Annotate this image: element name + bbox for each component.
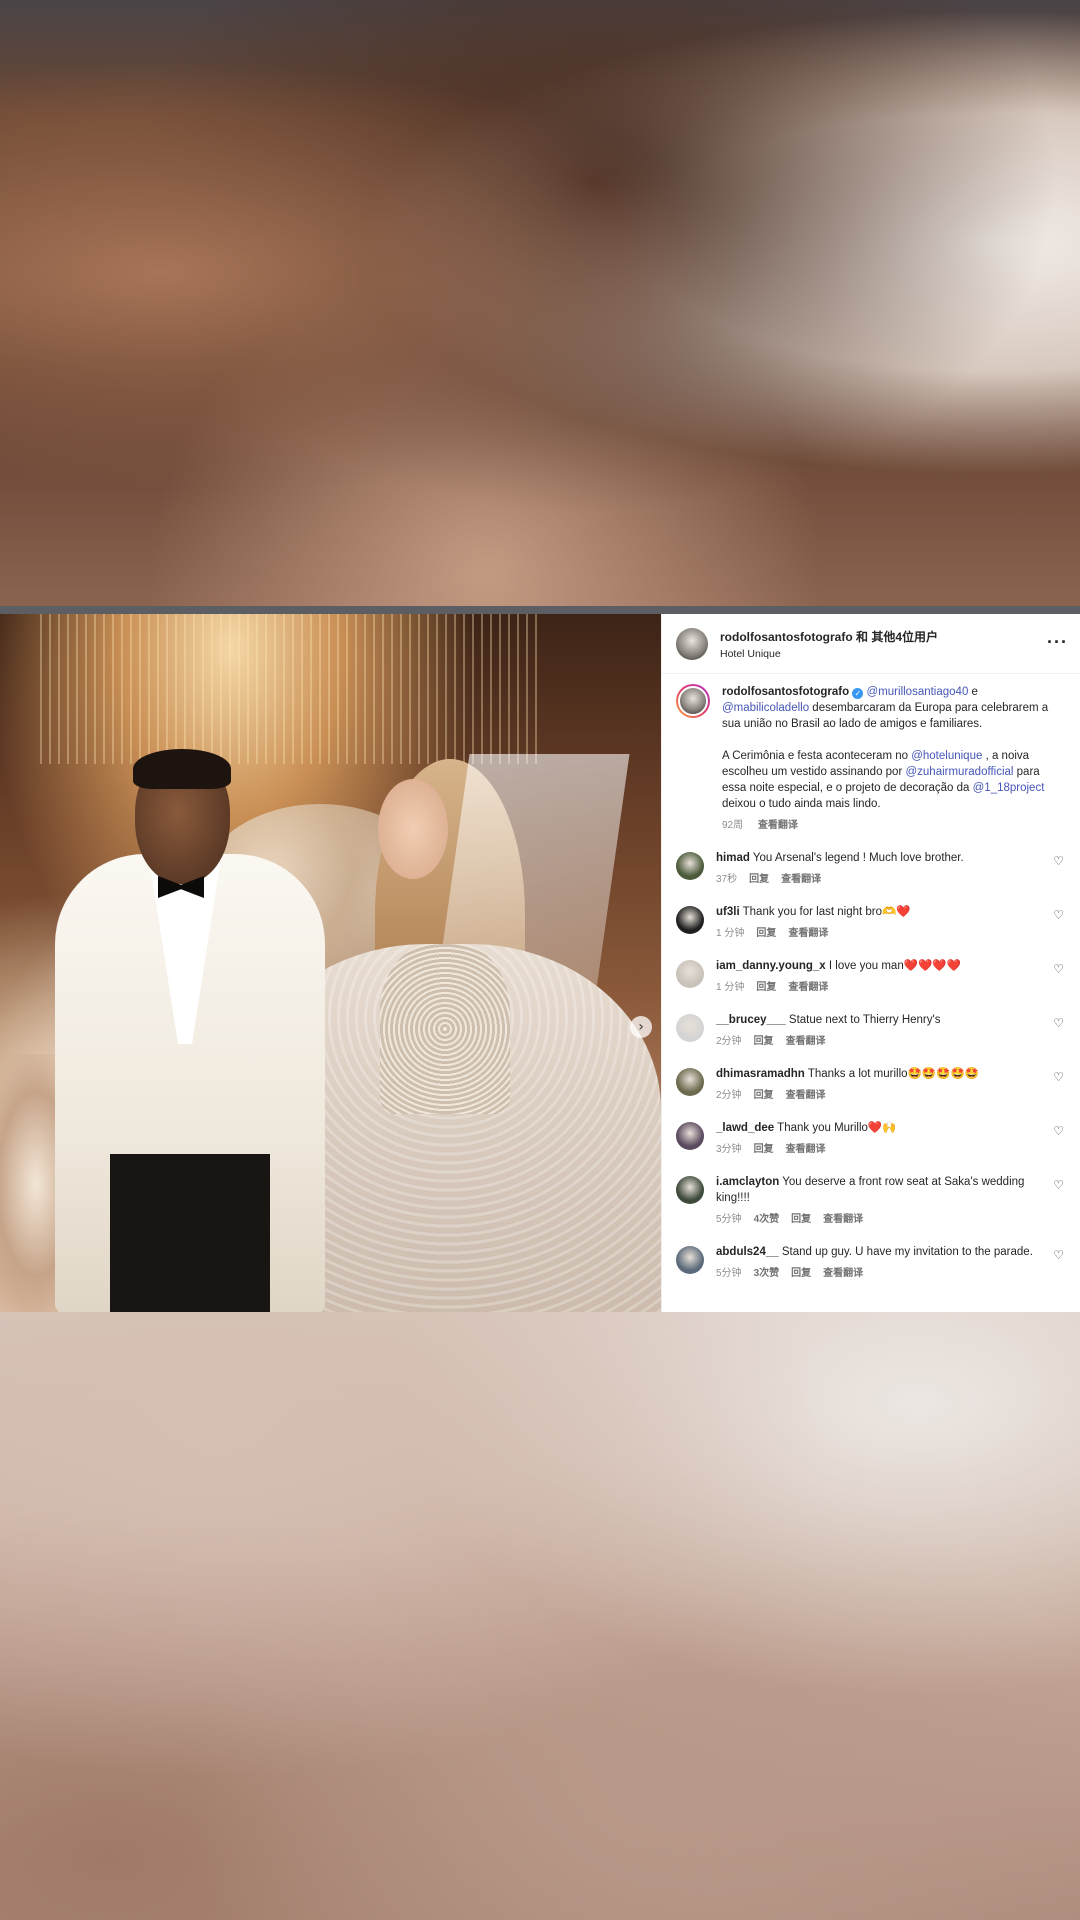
- comments-scroll[interactable]: rodolfosantosfotografo ✓ @murillosantiag…: [662, 674, 1080, 1282]
- mention-link[interactable]: @murillosantiago40: [867, 686, 969, 698]
- like-heart-icon[interactable]: ♡: [1053, 908, 1064, 922]
- post-dialog: › rodolfosantosfotografo 和 其他4位用户 Hotel …: [0, 614, 1080, 1312]
- translate-link[interactable]: 查看翻译: [823, 1214, 863, 1225]
- commenter-avatar[interactable]: [676, 1246, 704, 1274]
- commenter-avatar[interactable]: [676, 906, 704, 934]
- post-header: rodolfosantosfotografo 和 其他4位用户 Hotel Un…: [662, 614, 1080, 674]
- comment-item: __brucey___ Statue next to Thierry Henry…: [676, 1012, 1066, 1050]
- divider-bar: [0, 606, 1080, 614]
- commenter-username[interactable]: iam_danny.young_x: [716, 960, 826, 972]
- commenter-username[interactable]: _lawd_dee: [716, 1122, 774, 1134]
- comment-item: _lawd_dee Thank you Murillo❤️🙌 3分钟 回复 查看翻译 ♡: [676, 1120, 1066, 1158]
- comment-text: Thank you for last night bro🫶❤️: [742, 906, 911, 918]
- comment-text: Thank you Murillo❤️🙌: [777, 1122, 897, 1134]
- comment-item: dhimasramadhn Thanks a lot murillo🤩🤩🤩🤩🤩 2…: [676, 1066, 1066, 1104]
- like-heart-icon[interactable]: ♡: [1053, 1178, 1064, 1192]
- translate-link[interactable]: 查看翻译: [786, 1090, 826, 1101]
- comment-item: iam_danny.young_x I love you man❤️❤️❤️❤️…: [676, 958, 1066, 996]
- translate-link[interactable]: 查看翻译: [786, 1144, 826, 1155]
- comment-likes[interactable]: 3次赞: [754, 1268, 780, 1279]
- reply-button[interactable]: 回复: [754, 1090, 774, 1101]
- comment-text: Stand up guy. U have my invitation to th…: [781, 1246, 1033, 1258]
- translate-link[interactable]: 查看翻译: [781, 874, 821, 885]
- comment-likes[interactable]: 4次赞: [754, 1214, 780, 1225]
- blurred-background-bottom: [0, 1312, 1080, 1920]
- verified-icon: ✓: [852, 688, 864, 699]
- translate-link[interactable]: 查看翻译: [788, 928, 828, 939]
- commenter-username[interactable]: abduls24__: [716, 1246, 779, 1258]
- comment-time: 5分钟: [716, 1268, 742, 1279]
- author-avatar[interactable]: [676, 627, 708, 660]
- post-photo[interactable]: ›: [0, 614, 661, 1312]
- like-heart-icon[interactable]: ♡: [1053, 1248, 1064, 1262]
- post-caption: rodolfosantosfotografo ✓ @murillosantiag…: [676, 684, 1066, 834]
- translate-link[interactable]: 查看翻译: [823, 1268, 863, 1279]
- caption-username[interactable]: rodolfosantosfotografo: [722, 686, 849, 698]
- translate-link[interactable]: 查看翻译: [788, 982, 828, 993]
- photo-chandelier: [40, 614, 540, 764]
- mention-link[interactable]: @1_18project: [973, 782, 1045, 794]
- photo-groom-pants: [110, 1154, 270, 1312]
- reply-button[interactable]: 回复: [791, 1268, 811, 1279]
- photo-bride-bodice: [380, 944, 510, 1114]
- like-heart-icon[interactable]: ♡: [1053, 962, 1064, 976]
- post-location[interactable]: Hotel Unique: [720, 648, 938, 660]
- commenter-avatar[interactable]: [676, 960, 704, 988]
- like-heart-icon[interactable]: ♡: [1053, 1070, 1064, 1084]
- comment-time: 37秒: [716, 874, 738, 885]
- reply-button[interactable]: 回复: [749, 874, 769, 885]
- blurred-background-top: [0, 0, 1080, 606]
- like-heart-icon[interactable]: ♡: [1053, 1016, 1064, 1030]
- like-heart-icon[interactable]: ♡: [1053, 854, 1064, 868]
- author-username[interactable]: rodolfosantosfotografo 和 其他4位用户: [720, 628, 938, 645]
- comment-text: I love you man❤️❤️❤️❤️: [828, 960, 961, 972]
- like-heart-icon[interactable]: ♡: [1053, 1124, 1064, 1138]
- commenter-avatar[interactable]: [676, 1068, 704, 1096]
- mention-link[interactable]: @mabilicoladello: [722, 702, 809, 714]
- translate-link[interactable]: 查看翻译: [786, 1036, 826, 1047]
- comment-item: himad You Arsenal's legend ! Much love b…: [676, 850, 1066, 888]
- commenter-username[interactable]: dhimasramadhn: [716, 1068, 805, 1080]
- comment-time: 2分钟: [716, 1036, 742, 1047]
- post-side-panel: rodolfosantosfotografo 和 其他4位用户 Hotel Un…: [661, 614, 1080, 1312]
- comment-item: uf3li Thank you for last night bro🫶❤️ 1 分…: [676, 904, 1066, 942]
- commenter-avatar[interactable]: [676, 1014, 704, 1042]
- commenter-avatar[interactable]: [676, 1122, 704, 1150]
- carousel-next-button[interactable]: ›: [630, 1016, 652, 1038]
- comment-time: 5分钟: [716, 1214, 742, 1225]
- comment-item: abduls24__ Stand up guy. U have my invit…: [676, 1244, 1066, 1282]
- caption-text: deixou o tudo ainda mais lindo.: [722, 798, 881, 810]
- caption-text: e: [968, 686, 978, 698]
- photo-groom-hair: [133, 749, 231, 789]
- commenter-avatar[interactable]: [676, 1176, 704, 1204]
- commenter-username[interactable]: himad: [716, 852, 750, 864]
- photo-bride-face: [378, 779, 448, 879]
- comment-text: You Arsenal's legend ! Much love brother…: [752, 852, 964, 864]
- commenter-username[interactable]: uf3li: [716, 906, 740, 918]
- reply-button[interactable]: 回复: [754, 1036, 774, 1047]
- commenter-avatar[interactable]: [676, 852, 704, 880]
- commenter-username[interactable]: i.amclayton: [716, 1176, 779, 1188]
- mention-link[interactable]: @hotelunique: [911, 750, 982, 762]
- more-options-button[interactable]: ···: [1047, 632, 1068, 653]
- comment-time: 2分钟: [716, 1090, 742, 1101]
- caption-translate-link[interactable]: 查看翻译: [758, 820, 798, 831]
- reply-button[interactable]: 回复: [756, 982, 776, 993]
- caption-avatar[interactable]: [676, 684, 710, 718]
- mention-link[interactable]: @zuhairmuradofficial: [905, 766, 1013, 778]
- comment-text: Statue next to Thierry Henry's: [788, 1014, 941, 1026]
- reply-button[interactable]: 回复: [756, 928, 776, 939]
- caption-time: 92周: [722, 820, 744, 831]
- comment-time: 3分钟: [716, 1144, 742, 1155]
- comment-text: Thanks a lot murillo🤩🤩🤩🤩🤩: [807, 1068, 980, 1080]
- comment-item: i.amclayton You deserve a front row seat…: [676, 1174, 1066, 1228]
- comment-list: himad You Arsenal's legend ! Much love b…: [676, 850, 1066, 1282]
- caption-text: A Cerimônia e festa aconteceram no: [722, 750, 912, 762]
- comment-time: 1 分钟: [716, 982, 745, 993]
- commenter-username[interactable]: __brucey___: [716, 1014, 786, 1026]
- reply-button[interactable]: 回复: [754, 1144, 774, 1155]
- comment-time: 1 分钟: [716, 928, 745, 939]
- reply-button[interactable]: 回复: [791, 1214, 811, 1225]
